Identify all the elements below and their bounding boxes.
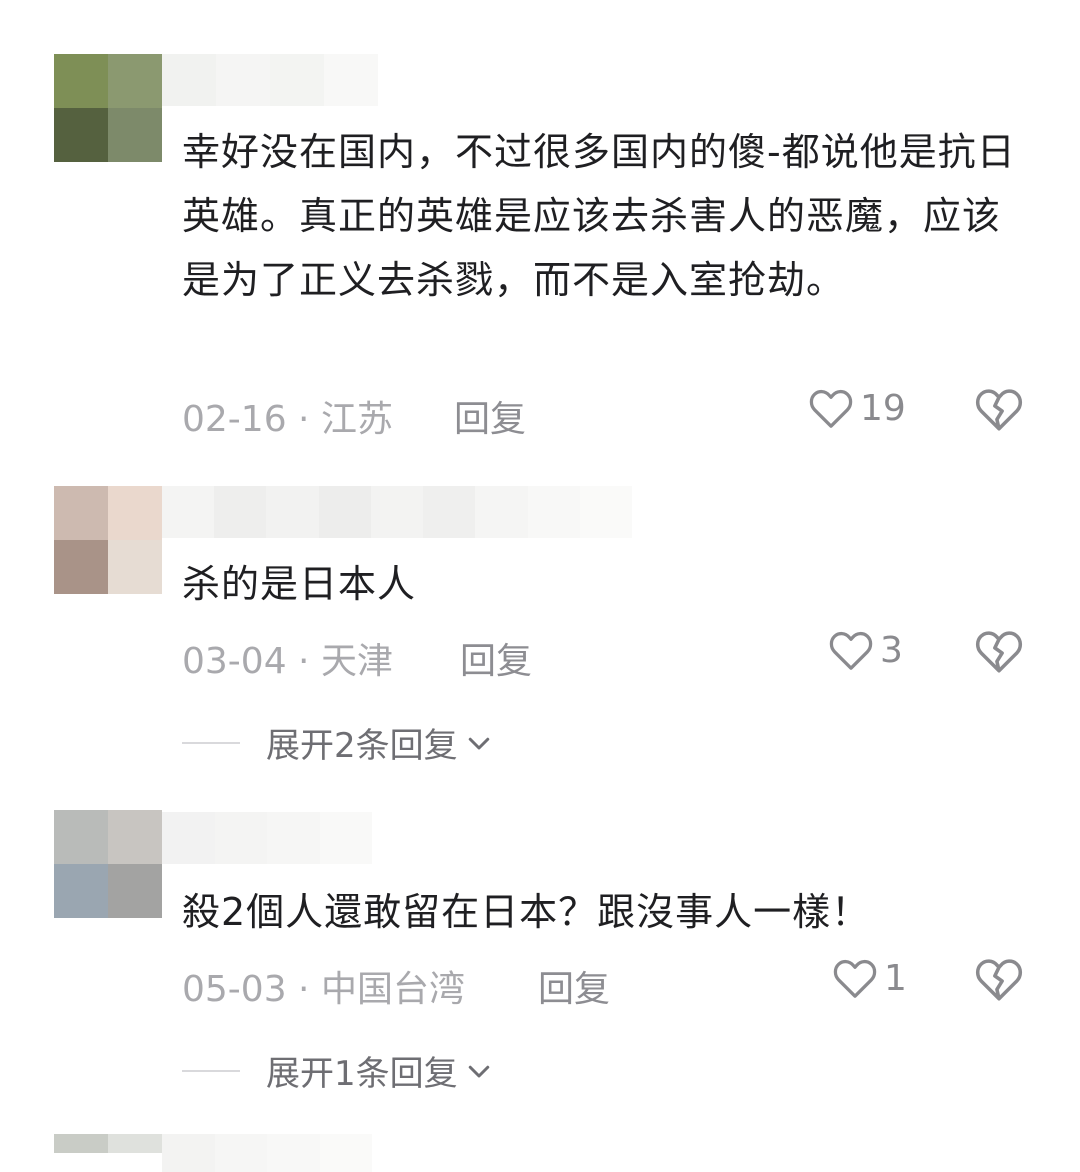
expand-replies-button[interactable]: 展开1条回复 [182,1046,494,1095]
reply-button[interactable]: 回复 [538,960,610,1012]
comment-meta: 02-16 · 江苏 回复 19 [182,388,1024,442]
expand-replies-button[interactable]: 展开2条回复 [182,718,494,767]
username-blurred[interactable] [162,1134,372,1172]
like-button[interactable]: 19 [808,386,906,430]
username-blurred[interactable] [162,486,632,538]
chevron-down-icon [468,737,489,749]
reply-button[interactable]: 回复 [460,632,532,684]
comment-text: 殺2個人還敢留在日本？跟沒事人一樣！ [182,890,871,934]
username-blurred[interactable] [162,812,372,864]
comment-meta: 03-04 · 天津 回复 3 [182,630,1024,684]
broken-heart-icon[interactable] [974,386,1024,432]
avatar[interactable] [54,810,162,918]
broken-heart-icon[interactable] [974,628,1024,674]
like-button[interactable]: 1 [832,956,907,1000]
heart-outline-icon [833,959,877,998]
expand-replies-label: 展开1条回复 [266,1054,458,1094]
comment-text: 幸好没在国内，不过很多国内的傻-都说他是抗日英雄。真正的英雄是应该去杀害人的恶魔… [182,130,1016,302]
comment-meta: 05-03 · 中国台湾 回复 1 [182,958,1024,1012]
like-count: 3 [880,629,903,671]
expand-replies-label: 展开2条回复 [266,726,458,766]
avatar[interactable] [54,54,162,162]
reply-button[interactable]: 回复 [454,390,526,442]
like-count: 1 [884,957,907,999]
broken-heart-icon[interactable] [974,956,1024,1002]
avatar[interactable] [54,1134,162,1172]
comment-text: 杀的是日本人 [182,562,417,606]
like-count: 19 [860,387,906,429]
chevron-down-icon [468,1065,489,1077]
avatar[interactable] [54,486,162,594]
username-blurred[interactable] [162,54,392,106]
heart-outline-icon [829,631,873,670]
like-button[interactable]: 3 [828,628,903,672]
comment-date-location: 03-04 · 天津 [182,641,393,682]
comment-date-location: 02-16 · 江苏 [182,399,393,440]
comment-date-location: 05-03 · 中国台湾 [182,969,465,1010]
heart-outline-icon [809,389,853,428]
divider-line [182,741,240,744]
divider-line [182,1069,240,1072]
